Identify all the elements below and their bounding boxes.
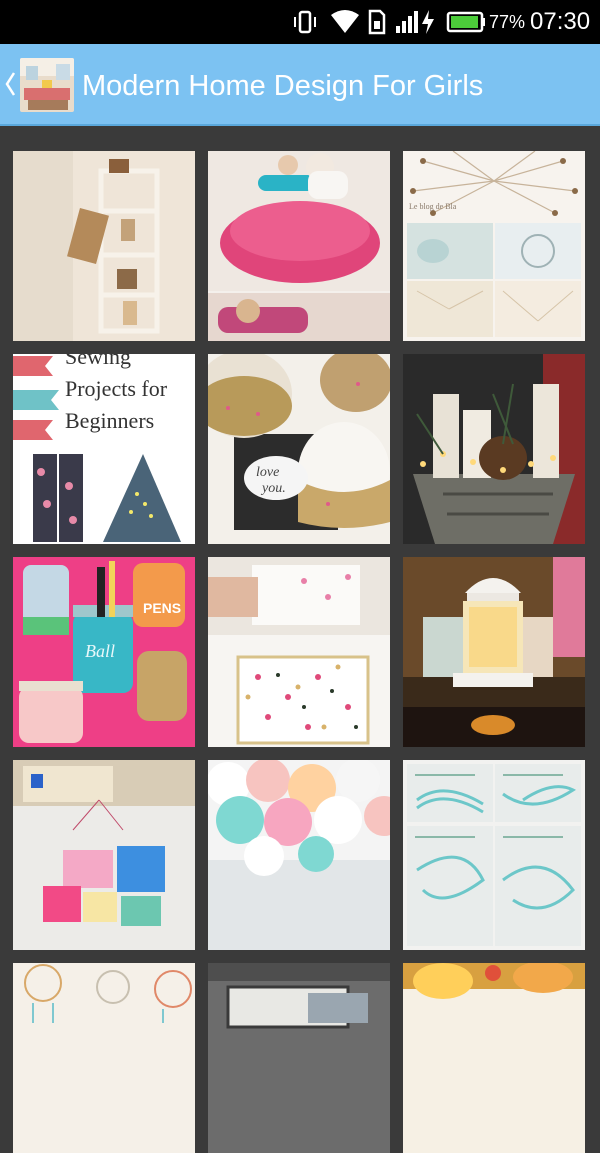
tile-text-you: you. (260, 481, 286, 496)
wifi-icon (330, 0, 360, 44)
tile-text-love: love (256, 465, 279, 480)
tile-text-pens: PENS (143, 600, 181, 616)
gallery-item-glow-bottles[interactable] (403, 963, 585, 1153)
image-gallery: Le blog de Bla Sewing Projects for Begin… (0, 126, 600, 1153)
page-title: Modern Home Design For Girls (82, 70, 484, 102)
gallery-item-confetti-art[interactable] (208, 557, 390, 747)
gallery-item-photo-frame[interactable] (208, 963, 390, 1153)
vibrate-icon (292, 0, 318, 44)
gallery-item-sewing-projects[interactable]: Sewing Projects for Beginners (13, 354, 195, 544)
tile-text-ball: Ball (85, 641, 115, 661)
gallery-item-knot-steps[interactable] (403, 760, 585, 950)
chevron-left-icon[interactable] (4, 70, 16, 102)
charging-icon (420, 0, 436, 44)
clock: 07:30 (530, 8, 591, 35)
gallery-item-mason-jars[interactable]: PENS Ball (13, 557, 195, 747)
gallery-item-sunburst-diy[interactable]: Le blog de Bla (403, 151, 585, 341)
gallery-item-lantern-house[interactable] (403, 557, 585, 747)
gallery-item-pom-poms[interactable] (208, 760, 390, 950)
battery-percent: 77% (489, 11, 526, 32)
gallery-item-wall-shelves[interactable] (13, 151, 195, 341)
tile-caption: Le blog de Bla (409, 202, 457, 211)
tile-text-1: Sewing (65, 354, 131, 369)
tile-text-3: Beginners (65, 408, 154, 433)
gallery-item-dreamcatchers[interactable] (13, 963, 195, 1153)
gallery-item-wall-frames[interactable] (13, 760, 195, 950)
app-bar: Modern Home Design For Girls (0, 44, 600, 126)
status-bar: 77% 07:30 (0, 0, 600, 44)
tile-text-2: Projects for (65, 376, 168, 401)
battery-icon (446, 0, 486, 44)
gallery-item-glitter-balloons[interactable]: love you. (208, 354, 390, 544)
gallery-item-floor-pillow[interactable] (208, 151, 390, 341)
gallery-item-birch-candles[interactable] (403, 354, 585, 544)
sim-icon (368, 0, 386, 44)
room-photo-icon[interactable] (20, 58, 74, 112)
signal-icon (394, 0, 420, 44)
